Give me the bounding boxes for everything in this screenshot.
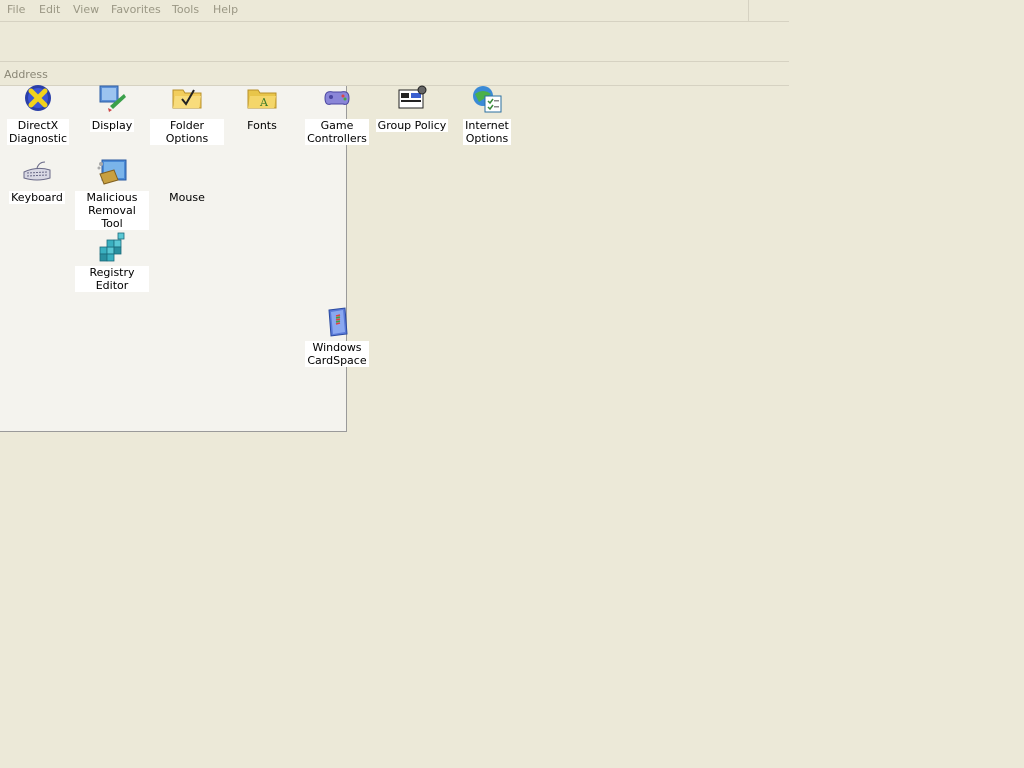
menu-tools[interactable]: Tools bbox=[172, 3, 199, 17]
item-group-policy[interactable]: Group Policy bbox=[375, 84, 449, 132]
item-registry-editor[interactable]: Registry Editor bbox=[75, 231, 149, 292]
group-policy-icon bbox=[396, 84, 428, 116]
item-label: Registry Editor bbox=[75, 266, 149, 292]
item-label: DirectX Diagnostic bbox=[6, 119, 70, 145]
mouse-icon bbox=[171, 156, 203, 188]
item-label: Keyboard bbox=[9, 191, 65, 204]
item-label: Game Controllers bbox=[305, 119, 369, 145]
item-folder-options[interactable]: Folder Options bbox=[150, 84, 224, 145]
toolbar bbox=[0, 22, 789, 62]
display-icon bbox=[96, 84, 128, 116]
item-label: Windows CardSpace bbox=[305, 341, 369, 367]
item-mouse[interactable]: Mouse bbox=[150, 156, 224, 204]
item-malicious-removal-tool[interactable]: Malicious Removal Tool bbox=[75, 156, 149, 230]
item-windows-cardspace[interactable]: Windows CardSpace bbox=[300, 306, 374, 367]
menu-edit[interactable]: Edit bbox=[39, 3, 60, 17]
internet-options-icon bbox=[471, 84, 503, 116]
directx-icon bbox=[22, 84, 54, 116]
keyboard-icon bbox=[21, 156, 53, 188]
fonts-folder-icon: A bbox=[246, 84, 278, 116]
menu-separator bbox=[748, 0, 749, 21]
item-game-controllers[interactable]: Game Controllers bbox=[300, 84, 374, 145]
item-directx-diagnostic[interactable]: DirectX Diagnostic bbox=[1, 84, 75, 145]
item-label: Fonts bbox=[247, 119, 277, 132]
registry-editor-icon bbox=[96, 231, 128, 263]
item-label: Group Policy bbox=[375, 119, 449, 132]
cardspace-icon bbox=[321, 306, 353, 338]
menu-bar: File Edit View Favorites Tools Help bbox=[0, 0, 789, 22]
svg-text:A: A bbox=[259, 96, 269, 109]
item-fonts[interactable]: A Fonts bbox=[225, 84, 299, 132]
game-controller-icon bbox=[321, 84, 353, 116]
menu-help[interactable]: Help bbox=[213, 3, 238, 17]
item-label: Display bbox=[89, 119, 135, 132]
folder-options-icon bbox=[171, 84, 203, 116]
item-label: Folder Options bbox=[150, 119, 224, 145]
item-internet-options[interactable]: Internet Options bbox=[450, 84, 524, 145]
malicious-removal-tool-icon bbox=[96, 156, 128, 188]
item-label: Mouse bbox=[169, 191, 205, 204]
menu-view[interactable]: View bbox=[73, 3, 99, 17]
item-keyboard[interactable]: Keyboard bbox=[0, 156, 74, 204]
menu-file[interactable]: File bbox=[7, 3, 25, 17]
item-label: Internet Options bbox=[463, 119, 511, 145]
item-display[interactable]: Display bbox=[75, 84, 149, 132]
file-view-pane[interactable]: DirectX Diagnostic Display Folder Option… bbox=[0, 84, 511, 432]
item-label: Malicious Removal Tool bbox=[75, 191, 149, 230]
address-bar: Address bbox=[0, 62, 789, 86]
menu-favorites[interactable]: Favorites bbox=[111, 3, 161, 17]
address-label: Address bbox=[4, 68, 48, 81]
